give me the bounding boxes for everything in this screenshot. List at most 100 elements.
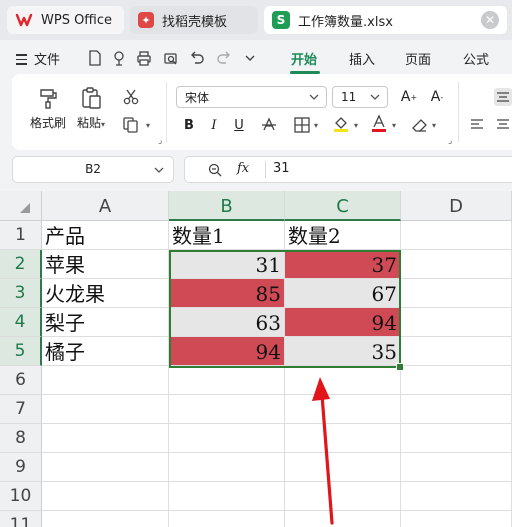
cell-c3[interactable]: 67 bbox=[285, 279, 401, 308]
align-left-icon[interactable] bbox=[468, 116, 486, 134]
row-header-3[interactable]: 3 bbox=[0, 279, 42, 308]
clipboard-expand-icon[interactable]: ⌟ bbox=[158, 136, 162, 146]
zoom-magnifier-icon[interactable] bbox=[207, 162, 223, 178]
name-box[interactable]: B2 bbox=[12, 156, 174, 183]
cell-empty[interactable] bbox=[401, 366, 512, 395]
tab-formulas[interactable]: 公式 bbox=[463, 49, 489, 68]
borders-dropdown-chevron-icon[interactable]: ▾ bbox=[314, 121, 318, 130]
cell-empty[interactable] bbox=[42, 453, 169, 482]
redo-icon[interactable] bbox=[215, 49, 233, 67]
row-header-4[interactable]: 4 bbox=[0, 308, 42, 337]
paste-button[interactable]: 粘贴▾ bbox=[74, 86, 108, 131]
print-icon[interactable] bbox=[135, 49, 153, 67]
clear-format-dropdown-chevron-icon[interactable]: ▾ bbox=[432, 121, 436, 130]
cell-c1[interactable]: 数量2 bbox=[285, 221, 401, 250]
print-preview-icon[interactable] bbox=[162, 49, 180, 67]
row-header-11[interactable]: 11 bbox=[0, 511, 42, 527]
row-header-7[interactable]: 7 bbox=[0, 395, 42, 424]
cell-b3[interactable]: 85 bbox=[169, 279, 285, 308]
cell-empty[interactable] bbox=[42, 424, 169, 453]
cell-empty[interactable] bbox=[169, 482, 285, 511]
row-header-5[interactable]: 5 bbox=[0, 337, 42, 366]
cell-d1[interactable] bbox=[401, 221, 512, 250]
cell-empty[interactable] bbox=[42, 395, 169, 424]
cell-c2[interactable]: 37 bbox=[285, 250, 401, 279]
cell-c4[interactable]: 94 bbox=[285, 308, 401, 337]
tab-wps-office[interactable]: WPS Office bbox=[7, 6, 124, 34]
chevron-down-icon[interactable] bbox=[241, 49, 259, 67]
row-header-9[interactable]: 9 bbox=[0, 453, 42, 482]
cell-empty[interactable] bbox=[42, 511, 169, 527]
row-header-6[interactable]: 6 bbox=[0, 366, 42, 395]
chevron-down-icon[interactable] bbox=[153, 164, 165, 176]
select-all-corner[interactable] bbox=[0, 191, 42, 221]
cell-b5[interactable]: 94 bbox=[169, 337, 285, 366]
row-header-10[interactable]: 10 bbox=[0, 482, 42, 511]
tab-insert[interactable]: 插入 bbox=[349, 49, 375, 68]
fill-handle[interactable] bbox=[396, 363, 404, 371]
cell-b2[interactable]: 31 bbox=[169, 250, 285, 279]
decrease-font-size-icon[interactable]: A- bbox=[428, 88, 446, 106]
cell-a3[interactable]: 火龙果 bbox=[42, 279, 169, 308]
cell-empty[interactable] bbox=[42, 482, 169, 511]
cell-a2[interactable]: 苹果 bbox=[42, 250, 169, 279]
hamburger-menu-icon[interactable] bbox=[16, 54, 27, 68]
tab-home[interactable]: 开始 bbox=[291, 49, 317, 68]
cell-d2[interactable] bbox=[401, 250, 512, 279]
font-name-select[interactable]: 宋体 bbox=[176, 86, 327, 108]
tab-docer-templates[interactable]: ✦ 找稻壳模板 bbox=[130, 6, 258, 34]
cell-empty[interactable] bbox=[401, 482, 512, 511]
cell-b1[interactable]: 数量1 bbox=[169, 221, 285, 250]
cell-a1[interactable]: 产品 bbox=[42, 221, 169, 250]
row-header-1[interactable]: 1 bbox=[0, 221, 42, 250]
column-header-d[interactable]: D bbox=[401, 191, 512, 221]
fill-color-bucket-icon[interactable] bbox=[332, 114, 350, 132]
tab-page-layout[interactable]: 页面 bbox=[405, 49, 431, 68]
cell-empty[interactable] bbox=[169, 424, 285, 453]
cell-a5[interactable]: 橘子 bbox=[42, 337, 169, 366]
cell-empty[interactable] bbox=[42, 366, 169, 395]
column-header-b[interactable]: B bbox=[169, 191, 285, 221]
cell-empty[interactable] bbox=[169, 511, 285, 527]
row-header-8[interactable]: 8 bbox=[0, 424, 42, 453]
italic-button[interactable]: I bbox=[205, 116, 223, 134]
cell-empty[interactable] bbox=[169, 366, 285, 395]
borders-icon[interactable] bbox=[293, 116, 311, 134]
cell-a4[interactable]: 梨子 bbox=[42, 308, 169, 337]
cut-scissors-icon[interactable] bbox=[122, 88, 140, 106]
fx-function-icon[interactable]: fx bbox=[237, 161, 249, 176]
copy-icon[interactable] bbox=[122, 116, 140, 134]
font-size-select[interactable]: 11 bbox=[332, 86, 388, 108]
increase-font-size-icon[interactable]: A + bbox=[400, 88, 418, 106]
formula-input[interactable]: fx 31 bbox=[184, 156, 512, 183]
copy-dropdown-chevron-icon[interactable]: ▾ bbox=[146, 121, 150, 130]
spreadsheet-grid[interactable]: A B C D 1 2 3 4 5 6 7 8 9 10 11 产品 数量1 数… bbox=[0, 191, 512, 527]
undo-icon[interactable] bbox=[188, 49, 206, 67]
underline-button[interactable]: U bbox=[230, 116, 248, 134]
cell-empty[interactable] bbox=[401, 453, 512, 482]
cell-empty[interactable] bbox=[401, 395, 512, 424]
new-document-icon[interactable] bbox=[86, 49, 104, 67]
cell-empty[interactable] bbox=[169, 395, 285, 424]
cell-empty[interactable] bbox=[401, 511, 512, 527]
cell-d3[interactable] bbox=[401, 279, 512, 308]
clear-format-eraser-icon[interactable] bbox=[410, 116, 428, 134]
cell-empty[interactable] bbox=[169, 453, 285, 482]
font-settings-expand-icon[interactable]: ⌟ bbox=[448, 136, 452, 146]
open-file-icon[interactable] bbox=[110, 49, 128, 67]
format-painter-button[interactable]: 格式刷 bbox=[28, 86, 68, 131]
fill-color-dropdown-chevron-icon[interactable]: ▾ bbox=[354, 121, 358, 130]
column-header-c[interactable]: C bbox=[285, 191, 401, 221]
cell-c5[interactable]: 35 bbox=[285, 337, 401, 366]
align-center-icon[interactable] bbox=[494, 116, 512, 134]
font-color-icon[interactable] bbox=[370, 114, 388, 132]
align-top-icon[interactable] bbox=[494, 88, 512, 106]
cell-empty[interactable] bbox=[401, 424, 512, 453]
close-tab-icon[interactable]: ✕ bbox=[481, 11, 499, 29]
cell-b4[interactable]: 63 bbox=[169, 308, 285, 337]
column-header-a[interactable]: A bbox=[42, 191, 169, 221]
bold-button[interactable]: B bbox=[180, 116, 198, 134]
row-header-2[interactable]: 2 bbox=[0, 250, 42, 279]
font-color-dropdown-chevron-icon[interactable]: ▾ bbox=[392, 121, 396, 130]
tab-workbook-file[interactable]: S 工作簿数量.xlsx ✕ bbox=[264, 6, 507, 34]
